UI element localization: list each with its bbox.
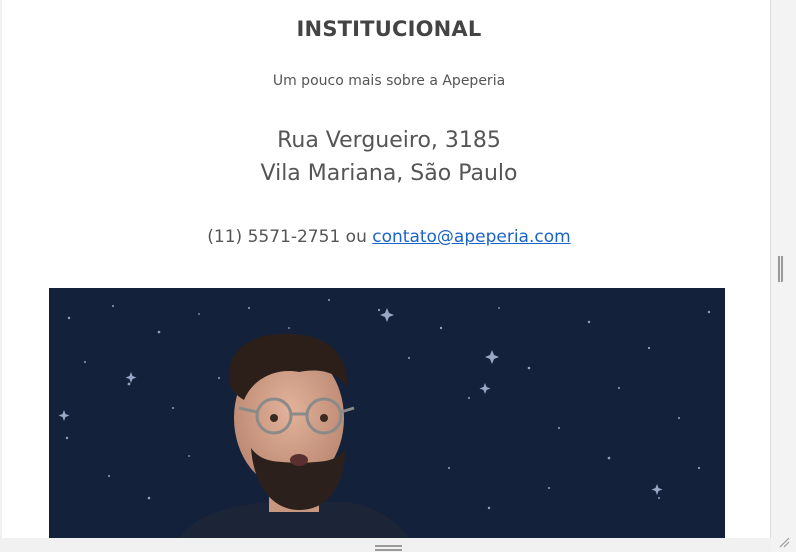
- section-title: INSTITUCIONAL: [296, 17, 482, 41]
- video-player[interactable]: [49, 288, 725, 538]
- address-line-2: Vila Mariana, São Paulo: [260, 161, 518, 186]
- contact-line: (11) 5571-2751 ou contato@apeperia.com: [2, 227, 770, 247]
- video-frame: [58, 299, 711, 538]
- page-content: INSTITUCIONAL Um pouco mais sobre a Apep…: [2, 0, 771, 538]
- vertical-scrollbar[interactable]: [771, 0, 796, 552]
- email-link[interactable]: contato@apeperia.com: [372, 227, 570, 247]
- address-line-1: Rua Vergueiro, 3185: [277, 128, 501, 153]
- address-block: Rua Vergueiro, 3185 Vila Mariana, São Pa…: [2, 124, 770, 190]
- section-subtitle: Um pouco mais sobre a Apeperia: [272, 73, 506, 89]
- phone-text: (11) 5571-2751 ou: [207, 227, 373, 247]
- resize-corner-icon[interactable]: [778, 536, 790, 548]
- resize-handle-icon[interactable]: [375, 545, 402, 551]
- scrollbar-grip-icon[interactable]: [778, 256, 783, 282]
